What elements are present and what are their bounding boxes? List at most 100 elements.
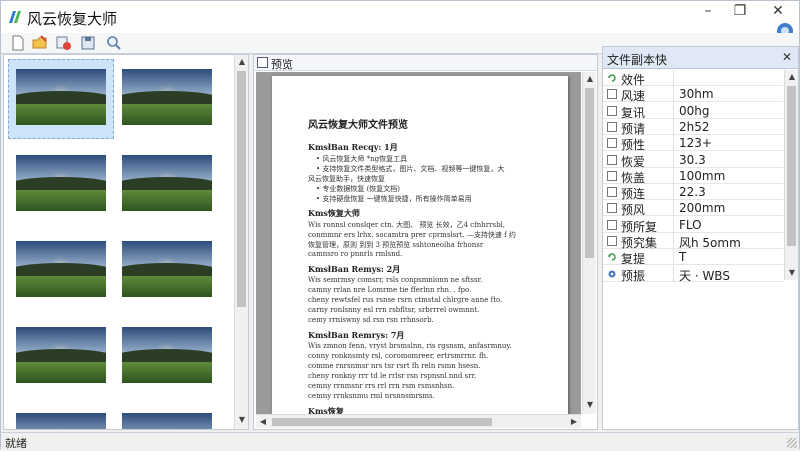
property-value[interactable]: 2h52 <box>679 120 710 134</box>
property-value[interactable]: FLO <box>679 218 702 232</box>
scroll-up-button[interactable]: ▲ <box>235 55 248 69</box>
preview-vscroll-thumb[interactable] <box>585 88 594 258</box>
property-separator <box>673 265 674 282</box>
title-bar[interactable]: 风云恢复大师 – ❐ ✕ <box>1 1 799 33</box>
preview-hscrollbar[interactable]: ◀ ▶ <box>256 414 581 428</box>
preview-scroll-right-button[interactable]: ▶ <box>567 415 581 429</box>
property-value[interactable]: 00hg <box>679 104 710 118</box>
property-row[interactable]: 预所复 FLO <box>603 216 783 234</box>
save-icon[interactable] <box>79 34 97 52</box>
property-checkbox[interactable] <box>607 187 617 198</box>
property-checkbox[interactable] <box>607 121 617 132</box>
close-button[interactable]: ✕ <box>761 1 795 23</box>
scrollbar-thumb[interactable] <box>237 71 246 307</box>
preview-vscrollbar[interactable]: ▲ ▼ <box>582 72 596 414</box>
thumbnail-image[interactable] <box>16 241 106 297</box>
document-text-line: cemy rrniswny sd rsn rsn rrhnsorb. <box>308 316 434 324</box>
property-value[interactable]: 200mm <box>679 201 725 215</box>
thumbnail-image[interactable] <box>122 413 212 429</box>
property-row[interactable]: 风速 30hm <box>603 86 783 103</box>
property-checkbox[interactable] <box>607 219 617 230</box>
properties-scroll-thumb[interactable] <box>787 86 796 246</box>
preview-panel[interactable]: 预览 风云恢复大师文件预览 KmsłBan Recqy: 1月 • 风云恢复大师 … <box>253 54 598 430</box>
preview-icon <box>257 57 268 68</box>
document-text-line: comme rnrsnmsr nrs tsr rsrt fh reln rsmn… <box>308 362 481 370</box>
thumbnail-image[interactable] <box>16 413 106 429</box>
property-value[interactable]: 天 · WBS <box>679 267 730 284</box>
document-heading: KmsłBan Remys: 2月 <box>308 264 401 274</box>
property-separator <box>673 118 674 135</box>
maximize-button[interactable]: ❐ <box>723 1 757 23</box>
property-row[interactable]: 恢爱 30.3 <box>603 151 783 169</box>
thumbnail-panel[interactable]: ▲ ▼ <box>3 54 249 430</box>
properties-close-button[interactable]: ✕ <box>782 50 792 64</box>
property-row[interactable]: 预风 200mm <box>603 200 783 217</box>
search-icon[interactable] <box>105 34 123 52</box>
resize-grip-icon[interactable] <box>787 438 797 448</box>
property-checkbox[interactable] <box>607 105 617 116</box>
property-separator <box>673 167 674 184</box>
document-text-line: • 专业数据恢复 (恢复文档) <box>316 185 401 193</box>
property-separator <box>673 249 674 266</box>
app-logo-icon <box>9 11 21 23</box>
document-text-line: 恢复管理，原则 到到 3 预览预览 sshtoneolha frhonsr <box>308 241 484 249</box>
property-checkbox[interactable] <box>607 170 617 181</box>
document-text-line: camnsro ro pnnrls rmlsnd. <box>308 250 403 258</box>
property-name: 预振 <box>621 268 646 283</box>
property-separator <box>673 102 674 119</box>
app-window: 风云恢复大师 – ❐ ✕ ▲ ▼ 预览 风云恢复大师文件预览 KmsłBan R… <box>0 0 800 450</box>
thumbnail-image[interactable] <box>122 155 212 211</box>
property-checkbox[interactable] <box>607 89 617 100</box>
document-text-line: 风云恢复助手，快速恢复 <box>308 175 385 183</box>
property-checkbox[interactable] <box>607 154 617 165</box>
thumbnail-image[interactable] <box>16 327 106 383</box>
properties-scroll-up-button[interactable]: ▲ <box>785 70 799 84</box>
properties-panel[interactable]: 文件副本快 ✕ 效件 风速 30hm 复讯 00hg 预请 2h52 预性 123+ 恢爱 30.3… <box>602 46 799 430</box>
property-row[interactable]: 预请 2h52 <box>603 118 783 136</box>
preview-scroll-up-button[interactable]: ▲ <box>583 72 597 86</box>
thumbnail-image[interactable] <box>16 69 106 125</box>
thumbnail-image[interactable] <box>122 327 212 383</box>
preview-scroll-left-button[interactable]: ◀ <box>256 415 270 429</box>
document-heading: Kms恢复 <box>308 406 344 414</box>
new-file-icon[interactable] <box>9 34 27 52</box>
preview-hscroll-thumb[interactable] <box>272 418 492 426</box>
property-row[interactable]: 预性 123+ <box>603 135 783 152</box>
property-value[interactable]: T <box>679 250 686 264</box>
document-text-line: camny rrlan nre Lomrme tie fferlnn rhn. … <box>308 286 472 294</box>
property-value[interactable]: 123+ <box>679 136 712 150</box>
property-row[interactable]: 复讯 00hg <box>603 102 783 120</box>
property-value[interactable]: 30.3 <box>679 153 706 167</box>
thumbnail-scrollbar[interactable]: ▲ ▼ <box>234 55 248 429</box>
property-checkbox[interactable] <box>607 236 617 246</box>
document-text-line: cemny rrnksnmu rml nrsnnsmrsms. <box>308 392 435 400</box>
property-row[interactable]: 预究集 风h 5omm <box>603 233 783 250</box>
preview-scroll-down-button[interactable]: ▼ <box>583 398 597 412</box>
document-heading: KmsłBan Recqy: 1月 <box>308 142 398 152</box>
thumbnail-image[interactable] <box>16 155 106 211</box>
property-value[interactable]: 22.3 <box>679 185 706 199</box>
property-row[interactable]: 复提 T <box>603 249 783 266</box>
document-text-line: • 支持硬盘恢复 一键恢复快捷，所有操作简单易用 <box>316 195 472 203</box>
recover-icon[interactable] <box>55 34 73 52</box>
properties-scrollbar[interactable]: ▲ ▼ <box>784 70 798 280</box>
property-separator <box>673 233 674 249</box>
document-text-line: cheny rewtsfel rus rsnse rsrn ctmstal ch… <box>308 296 503 304</box>
scroll-down-button[interactable]: ▼ <box>235 413 248 427</box>
property-row[interactable]: 预振 天 · WBS <box>603 265 783 284</box>
property-checkbox[interactable] <box>607 203 617 214</box>
document-page: 风云恢复大师文件预览 KmsłBan Recqy: 1月 • 风云恢复大师 *ng… <box>272 76 568 414</box>
preview-area[interactable]: 风云恢复大师文件预览 KmsłBan Recqy: 1月 • 风云恢复大师 *ng… <box>256 72 581 414</box>
property-row[interactable]: 恢盖 100mm <box>603 167 783 185</box>
thumbnail-image[interactable] <box>122 241 212 297</box>
property-row[interactable]: 效件 <box>603 70 783 87</box>
open-folder-icon[interactable] <box>31 34 49 52</box>
property-row[interactable]: 预连 22.3 <box>603 184 783 201</box>
properties-scroll-down-button[interactable]: ▼ <box>785 266 799 280</box>
property-checkbox[interactable] <box>607 138 617 149</box>
property-value[interactable]: 100mm <box>679 169 725 183</box>
minimize-button[interactable]: – <box>691 1 725 23</box>
thumbnail-image[interactable] <box>122 69 212 125</box>
document-text-line: cemny rrnmsnr rrs rrl rrn rsm rsmsnhsn. <box>308 382 455 390</box>
property-value[interactable]: 30hm <box>679 87 714 101</box>
